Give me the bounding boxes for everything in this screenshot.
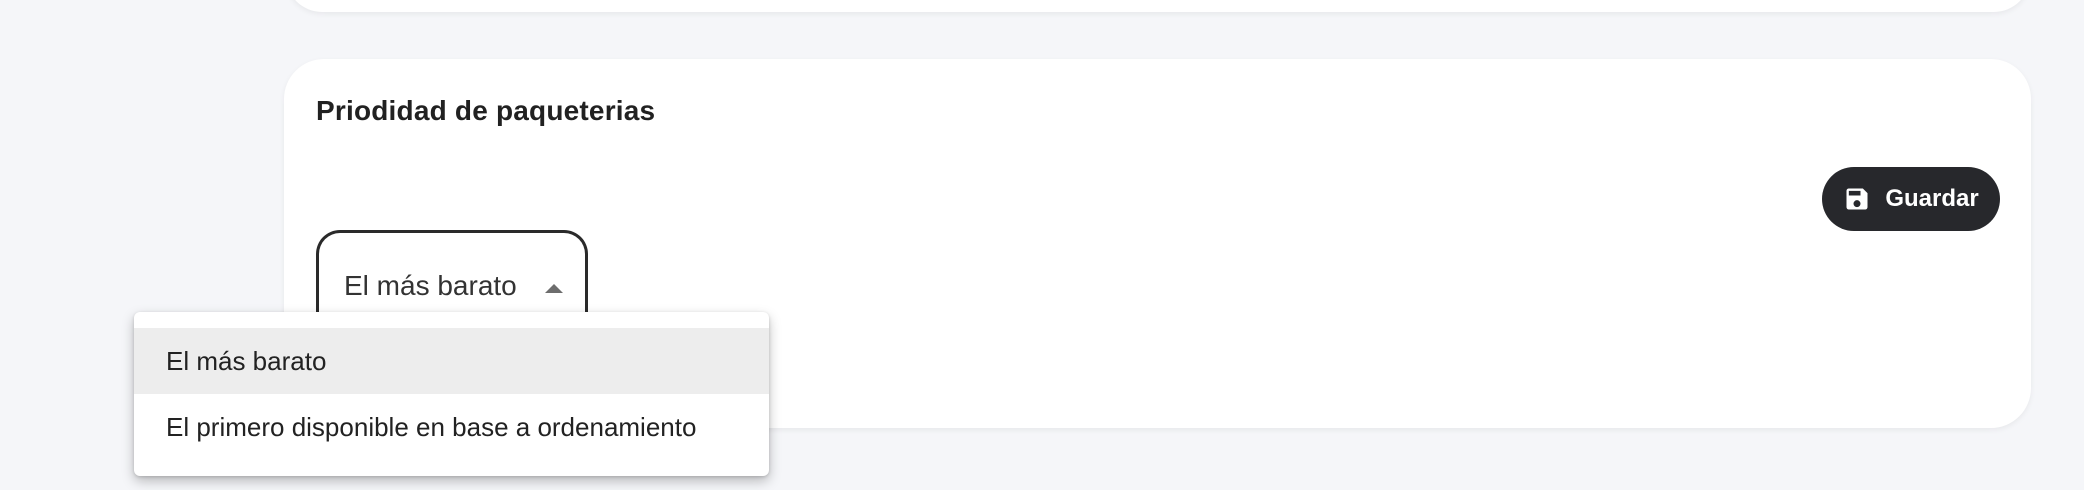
caret-up-icon[interactable] (545, 284, 563, 293)
save-button-label: Guardar (1885, 185, 1979, 212)
page: Priodidad de paqueterias Guardar El más … (0, 0, 2084, 490)
priority-dropdown-menu: El más barato El primero disponible en b… (134, 312, 769, 476)
priority-select-value: El más barato (344, 270, 517, 301)
section-title: Priodidad de paqueterias (316, 95, 656, 126)
previous-card (286, 0, 2030, 12)
save-button[interactable]: Guardar (1822, 167, 2000, 231)
dropdown-option-cheapest[interactable]: El más barato (134, 328, 769, 394)
floppy-disk-icon (1843, 185, 1871, 213)
dropdown-option-first-available[interactable]: El primero disponible en base a ordenami… (134, 394, 769, 460)
